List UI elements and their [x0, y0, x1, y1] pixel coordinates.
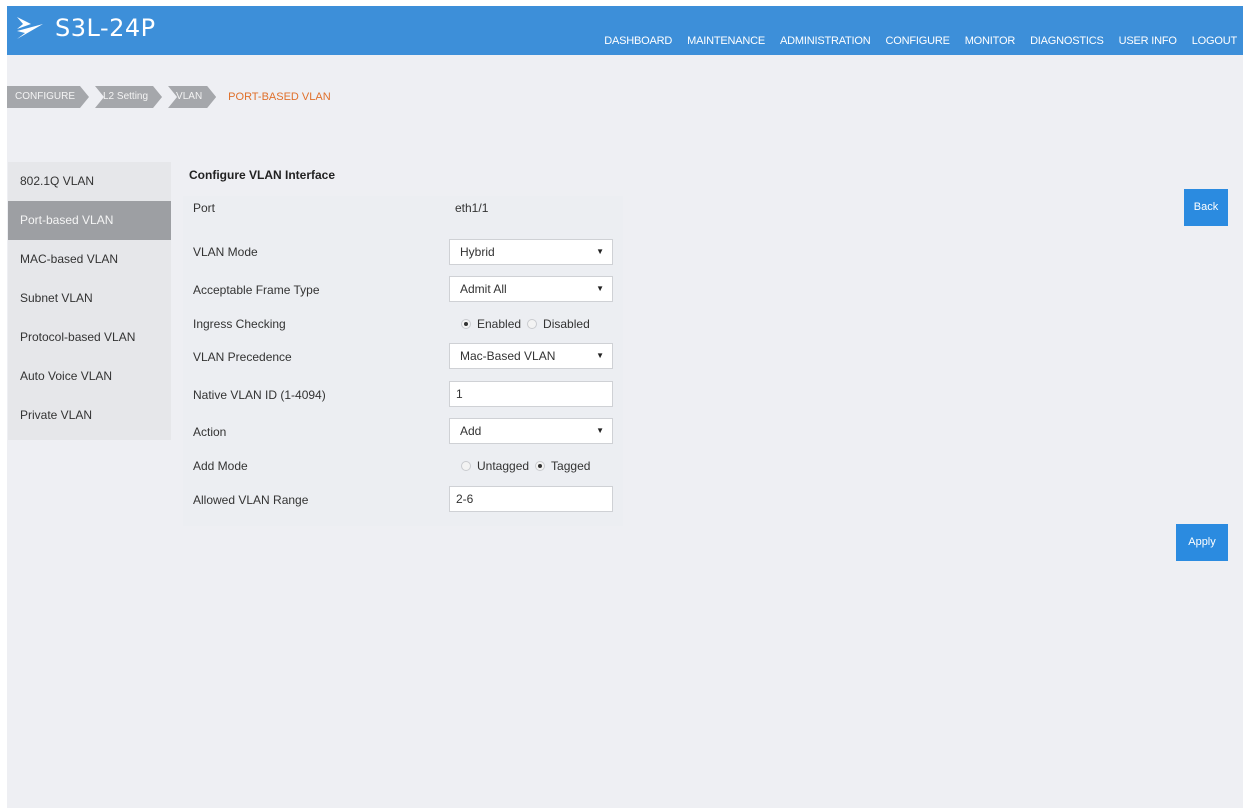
sidebar-item-port-based-vlan[interactable]: Port-based VLAN: [8, 201, 171, 240]
frame-type-label: Acceptable Frame Type: [193, 283, 320, 297]
add-mode-untagged-radio[interactable]: [461, 461, 471, 471]
port-value: eth1/1: [455, 201, 489, 215]
logo: S3L-24P: [15, 14, 156, 42]
breadcrumb: CONFIGURE L2 Setting VLAN PORT-BASED VLA…: [7, 86, 331, 108]
nav-user-info[interactable]: USER INFO: [1119, 35, 1177, 47]
sidebar-item-subnet-vlan[interactable]: Subnet VLAN: [8, 279, 171, 318]
nav-configure[interactable]: CONFIGURE: [886, 35, 950, 47]
breadcrumb-configure[interactable]: CONFIGURE: [7, 86, 89, 108]
page-frame: S3L-24P DASHBOARD MAINTENANCE ADMINISTRA…: [7, 6, 1243, 808]
back-button[interactable]: Back: [1184, 189, 1228, 226]
main-nav: DASHBOARD MAINTENANCE ADMINISTRATION CON…: [604, 35, 1237, 47]
nav-dashboard[interactable]: DASHBOARD: [604, 35, 672, 47]
ingress-radio-group: Enabled Disabled: [461, 317, 596, 331]
action-select[interactable]: Add ▼: [449, 418, 613, 444]
chevron-down-icon: ▼: [596, 351, 604, 360]
add-mode-label: Add Mode: [193, 459, 248, 473]
action-value: Add: [460, 424, 482, 438]
chevron-down-icon: ▼: [596, 284, 604, 293]
nav-diagnostics[interactable]: DIAGNOSTICS: [1030, 35, 1104, 47]
add-mode-tagged-label: Tagged: [551, 459, 591, 473]
nav-administration[interactable]: ADMINISTRATION: [780, 35, 871, 47]
vlan-mode-value: Hybrid: [460, 245, 495, 259]
native-vlan-input[interactable]: 1: [449, 381, 613, 407]
vlan-mode-select[interactable]: Hybrid ▼: [449, 239, 613, 265]
sidebar-item-8021q-vlan[interactable]: 802.1Q VLAN: [8, 162, 171, 201]
chevron-down-icon: ▼: [596, 426, 604, 435]
ingress-disabled-radio[interactable]: [527, 319, 538, 329]
sidebar: 802.1Q VLAN Port-based VLAN MAC-based VL…: [8, 162, 171, 440]
sidebar-item-auto-voice-vlan[interactable]: Auto Voice VLAN: [8, 357, 171, 396]
sidebar-item-private-vlan[interactable]: Private VLAN: [8, 396, 171, 435]
logo-icon: [17, 17, 43, 39]
allowed-range-label: Allowed VLAN Range: [193, 493, 309, 507]
precedence-label: VLAN Precedence: [193, 350, 292, 364]
precedence-select[interactable]: Mac-Based VLAN ▼: [449, 343, 613, 369]
add-mode-untagged-label: Untagged: [477, 459, 530, 473]
ingress-disabled-label: Disabled: [543, 317, 590, 331]
frame-type-select[interactable]: Admit All ▼: [449, 276, 613, 302]
vlan-mode-label: VLAN Mode: [193, 245, 258, 259]
frame-type-value: Admit All: [460, 282, 507, 296]
precedence-value: Mac-Based VLAN: [460, 349, 556, 363]
port-label: Port: [193, 201, 216, 215]
breadcrumb-l2-setting[interactable]: L2 Setting: [95, 86, 162, 108]
ingress-label: Ingress Checking: [193, 317, 286, 331]
allowed-range-input[interactable]: 2-6: [449, 486, 613, 512]
chevron-down-icon: ▼: [596, 247, 604, 256]
native-vlan-label: Native VLAN ID (1-4094): [193, 388, 326, 402]
add-mode-radio-group: Untagged Tagged: [461, 459, 596, 473]
add-mode-tagged-radio[interactable]: [535, 461, 546, 471]
apply-button[interactable]: Apply: [1176, 524, 1228, 561]
sidebar-item-mac-based-vlan[interactable]: MAC-based VLAN: [8, 240, 171, 279]
nav-maintenance[interactable]: MAINTENANCE: [687, 35, 765, 47]
product-name: S3L-24P: [55, 14, 156, 42]
breadcrumb-vlan[interactable]: VLAN: [168, 86, 216, 108]
nav-monitor[interactable]: MONITOR: [965, 35, 1016, 47]
ingress-enabled-label: Enabled: [477, 317, 522, 331]
nav-logout[interactable]: LOGOUT: [1192, 35, 1237, 47]
ingress-enabled-radio[interactable]: [461, 319, 471, 329]
sidebar-item-protocol-based-vlan[interactable]: Protocol-based VLAN: [8, 318, 171, 357]
form-title: Configure VLAN Interface: [189, 168, 336, 182]
top-bar: S3L-24P DASHBOARD MAINTENANCE ADMINISTRA…: [7, 6, 1243, 55]
action-label: Action: [193, 425, 227, 439]
breadcrumb-current: PORT-BASED VLAN: [228, 91, 331, 103]
